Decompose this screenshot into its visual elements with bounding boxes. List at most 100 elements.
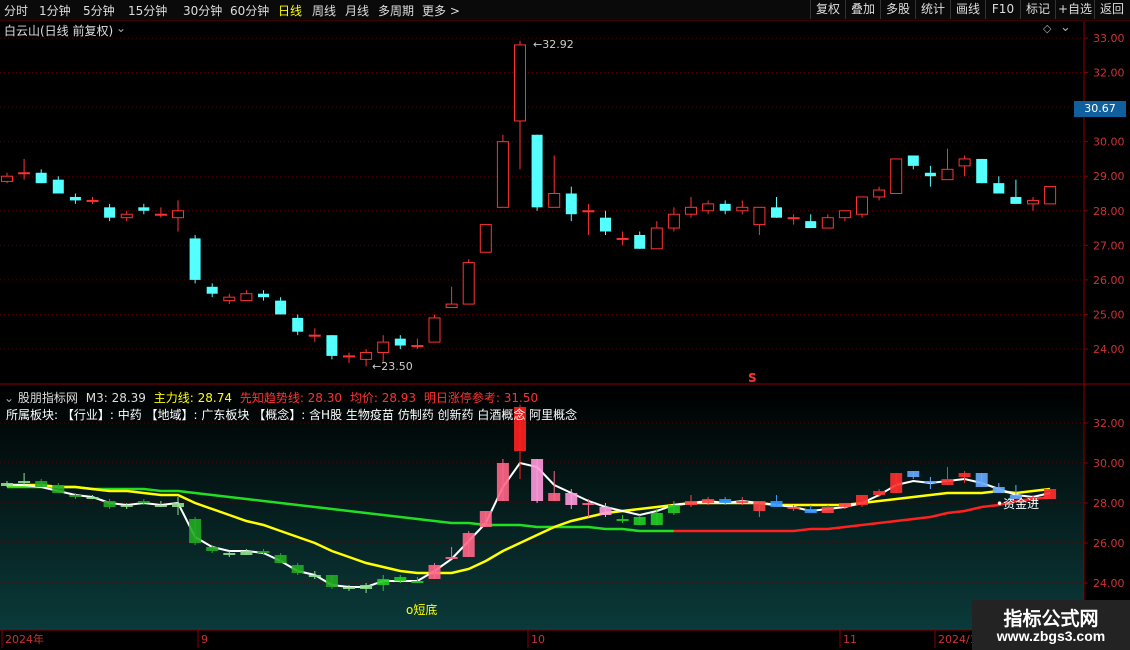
indicator-y-tick-label: 30.00 — [1093, 457, 1125, 470]
indicator-candle-body — [274, 555, 287, 563]
indicator-candle-body — [702, 499, 715, 503]
indicator-candle-body — [172, 503, 184, 507]
period-toolbar: 分时 1分钟 5分钟 15分钟 30分钟 60分钟 日线 周线 月线 多周期 更… — [0, 0, 1130, 21]
indicator-candle-body — [154, 505, 167, 507]
indicator-y-axis: 32.00 30.00 28.00 26.00 24.00 — [1084, 417, 1125, 590]
watermark-url: www.zbgs3.com — [996, 628, 1106, 644]
tab-daily[interactable]: 日线 — [278, 2, 302, 19]
sector-info: 所属板块: 【行业】: 中药 【地域】: 广东板块 【概念】: 含H股 生物疫苗… — [6, 408, 578, 422]
candle-body-up — [838, 210, 851, 219]
indicator-candle-body — [411, 581, 424, 583]
candle-body-up — [445, 303, 458, 309]
tab-weekly[interactable]: 周线 — [312, 2, 336, 19]
low-price-label: ←23.50 — [372, 360, 413, 373]
candle-body-down — [326, 335, 338, 356]
indicator-candle-body — [992, 487, 1005, 493]
candle-body-down — [258, 293, 269, 298]
tab-timeshare[interactable]: 分时 — [4, 2, 28, 19]
chart-canvas: 33.0032.0031.0030.0029.0028.0027.0026.00… — [0, 20, 1130, 648]
candle-body-down — [565, 193, 577, 215]
indicator-candle-body — [496, 463, 509, 501]
indicator-candle-body — [462, 533, 475, 557]
chevron-down-icon[interactable]: ⌄ — [116, 21, 126, 35]
candle-body-down — [634, 234, 646, 249]
indicator-candle-body — [770, 501, 783, 507]
indicator-y-tick-label: 32.00 — [1093, 417, 1125, 430]
indicator-candle-body — [633, 517, 646, 525]
indicator-candle-body — [958, 473, 971, 477]
mark-button[interactable]: 标记 — [1020, 0, 1055, 19]
candle-body-up — [411, 345, 424, 348]
main-y-tick-label: 29.00 — [1093, 170, 1125, 183]
main-panel-title: 白云山(日线 前复权) — [4, 24, 114, 38]
indicator-candle-body — [18, 481, 31, 483]
candle-body-up — [86, 199, 99, 202]
main-y-tick-label: 28.00 — [1093, 205, 1125, 218]
main-y-tick-label: 24.00 — [1093, 343, 1125, 356]
fund-in-text: 资金进 — [1003, 497, 1040, 511]
avg-price-value: 均价: 28.93 — [349, 391, 417, 405]
candle-body-up — [736, 206, 749, 212]
price-candles — [1, 40, 1057, 367]
watermark-title: 指标公式网 — [1003, 608, 1099, 630]
chevron-down-icon[interactable]: ⌄ — [1060, 20, 1071, 35]
adjust-button[interactable]: 复权 — [810, 0, 845, 19]
candle-body-up — [548, 193, 561, 208]
candle-body-up — [514, 44, 526, 122]
indicator-candle-body — [240, 551, 253, 555]
indicator-candle-body — [257, 551, 270, 553]
candle-body-down — [189, 238, 201, 280]
candle-body-down — [206, 286, 218, 294]
tab-1min[interactable]: 1分钟 — [39, 2, 71, 19]
candle-body-up — [120, 213, 133, 219]
time-axis: 2024年 9 10 11 2024/1 — [1, 630, 977, 648]
tab-30min[interactable]: 30分钟 — [183, 2, 222, 19]
candle-body-up — [308, 334, 321, 337]
tab-multi-period[interactable]: 多周期 — [378, 2, 414, 19]
tab-monthly[interactable]: 月线 — [345, 2, 369, 19]
short-bottom-label: o短底 — [406, 603, 438, 617]
tab-15min[interactable]: 15分钟 — [128, 2, 167, 19]
candle-body-up — [787, 217, 800, 220]
candle-body-up — [462, 262, 475, 305]
indicator-candle-body — [308, 575, 321, 577]
low-price-value: 23.50 — [381, 360, 413, 373]
indicator-candle-body — [821, 507, 834, 513]
tab-more[interactable]: 更多 > — [422, 2, 460, 19]
candle-body-up — [428, 317, 441, 343]
multi-stock-button[interactable]: 多股 — [880, 0, 915, 19]
main-y-tick-label: 30.00 — [1093, 136, 1125, 149]
fund-in-label: •资金进 — [996, 497, 1040, 511]
indicator-candle-body — [103, 501, 116, 507]
candle-body-up — [821, 217, 834, 229]
add-favorite-button[interactable]: +自选 — [1055, 0, 1094, 19]
overlay-button[interactable]: 叠加 — [845, 0, 880, 19]
indicator-candle-body — [223, 553, 236, 555]
candle-body-down — [138, 207, 150, 211]
candle-body-up — [941, 168, 954, 181]
indicator-candle-body — [291, 565, 304, 573]
candle-body-down — [394, 338, 406, 346]
chevron-down-icon[interactable]: ⌄ — [4, 391, 14, 405]
candle-body-up — [360, 351, 373, 360]
indicator-candle-body — [325, 575, 338, 587]
statistics-button[interactable]: 统计 — [915, 0, 950, 19]
f10-button[interactable]: F10 — [985, 0, 1020, 19]
candle-body-up — [172, 210, 184, 219]
diamond-icon[interactable]: ◇ — [1043, 22, 1051, 35]
candle-body-up — [616, 237, 629, 240]
indicator-candle-body — [736, 501, 749, 503]
candle-body-up — [702, 203, 715, 212]
candle-body-down — [531, 134, 543, 208]
candle-body-down — [35, 172, 47, 184]
tab-60min[interactable]: 60分钟 — [230, 2, 269, 19]
candle-body-down — [771, 207, 782, 218]
indicator-legend: ⌄ 股朋指标网 M3: 28.39 主力线: 28.74 先知趋势线: 28.3… — [4, 389, 538, 406]
candle-body-down — [719, 203, 731, 211]
draw-line-button[interactable]: 画线 — [950, 0, 985, 19]
signal-mark: S — [748, 371, 757, 385]
indicator-candle-body — [69, 495, 82, 497]
tab-5min[interactable]: 5分钟 — [83, 2, 115, 19]
candle-body-up — [958, 158, 971, 167]
back-button[interactable]: 返回 — [1094, 0, 1129, 19]
